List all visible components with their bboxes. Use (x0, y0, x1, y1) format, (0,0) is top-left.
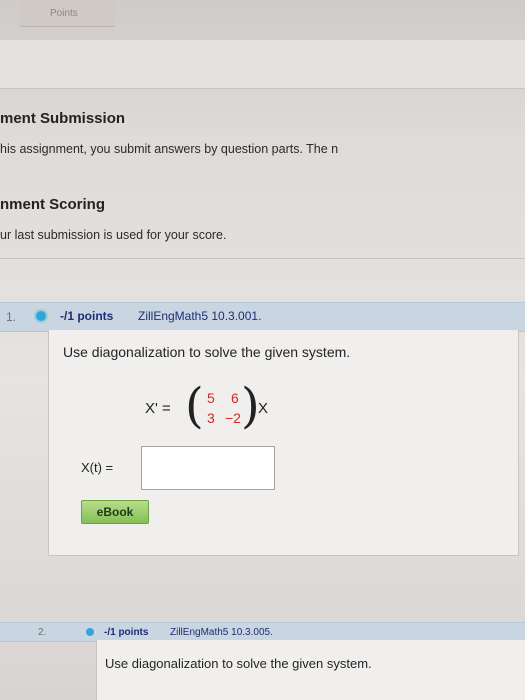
question-status-icon (36, 311, 46, 321)
ebook-label: eBook (96, 505, 134, 519)
question-1-code: ZillEngMath5 10.3.001. (138, 309, 262, 323)
question-2-card: Use diagonalization to solve the given s… (96, 640, 525, 700)
question-1-card: Use diagonalization to solve the given s… (48, 330, 519, 556)
equation-lhs: X' = (145, 400, 171, 417)
top-strip (0, 40, 525, 89)
assignment-page: Points ment Submission his assignment, y… (0, 0, 525, 700)
question-2-number: 2. (38, 627, 47, 638)
question-1-header: 1. -/1 points ZillEngMath5 10.3.001. (0, 302, 525, 332)
answer-input[interactable] (141, 446, 275, 490)
question-2-header: 2. -/1 points ZillEngMath5 10.3.005. (0, 622, 525, 642)
question-2-prompt: Use diagonalization to solve the given s… (105, 656, 372, 671)
question-status-icon (86, 628, 94, 636)
question-1-prompt: Use diagonalization to solve the given s… (63, 344, 351, 360)
matrix-entry-12: 6 (231, 390, 239, 406)
divider (0, 258, 525, 259)
left-paren-icon: ( (185, 378, 204, 434)
answer-label: X(t) = (81, 460, 114, 475)
question-2-points: -/1 points (104, 627, 149, 638)
submission-title: ment Submission (0, 110, 126, 127)
points-tab-label: Points (50, 8, 78, 19)
scoring-text: ur last submission is used for your scor… (0, 228, 227, 242)
scoring-title: nment Scoring (0, 196, 106, 213)
question-2-code: ZillEngMath5 10.3.005. (170, 627, 273, 638)
matrix-entry-22: −2 (225, 410, 241, 426)
submission-text: his assignment, you submit answers by qu… (0, 142, 339, 156)
coefficient-matrix: ( 5 6 3 −2 ) (185, 382, 260, 434)
right-paren-icon: ) (241, 378, 260, 434)
question-1-number: 1. (6, 310, 17, 324)
equation-rhs: X (258, 400, 269, 417)
ebook-button[interactable]: eBook (81, 500, 149, 524)
matrix-entry-11: 5 (207, 390, 215, 406)
points-tab[interactable]: Points (20, 0, 115, 27)
matrix-entry-21: 3 (207, 410, 215, 426)
question-1-points: -/1 points (60, 309, 114, 323)
